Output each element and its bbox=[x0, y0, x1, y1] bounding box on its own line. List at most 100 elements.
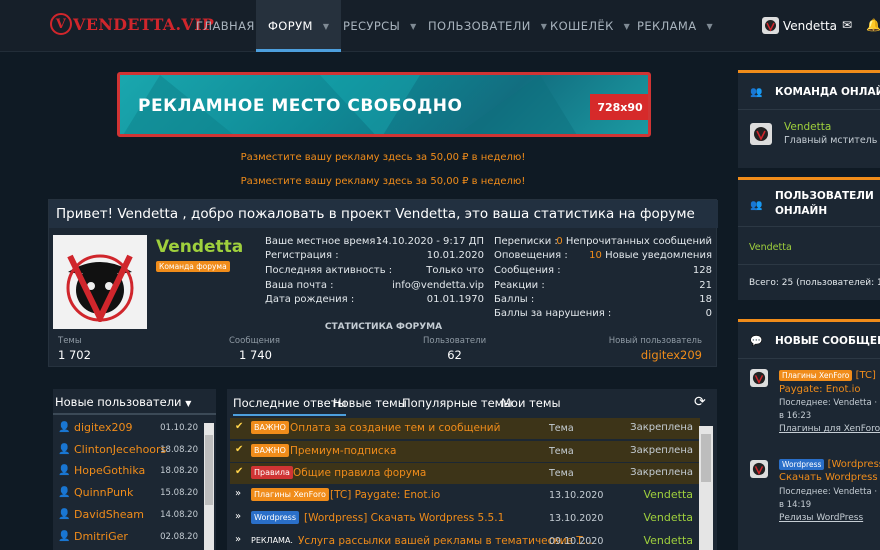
user-icon: 👤 bbox=[58, 465, 71, 476]
user-link[interactable]: digitex209 bbox=[74, 421, 132, 434]
nav-tab-forum[interactable]: ФОРУМ ▼ bbox=[256, 0, 342, 52]
user-menu[interactable]: Vendetta bbox=[762, 17, 837, 34]
online-user-link[interactable]: Vendetta bbox=[749, 242, 792, 253]
thread-title[interactable]: [TC] Paygate: Enot.io bbox=[330, 489, 440, 501]
chevron-down-icon[interactable]: ▼ bbox=[323, 22, 330, 31]
ad-banner[interactable]: РЕКЛАМНОЕ МЕСТО СВОБОДНО 728x90 bbox=[117, 72, 651, 137]
chevron-down-icon[interactable]: ▼ bbox=[706, 22, 713, 31]
user-link[interactable]: QuinnPunk bbox=[74, 486, 133, 499]
user-link[interactable]: ClintonJecehoors bbox=[74, 443, 166, 456]
ad-price-link[interactable]: Разместите вашу рекламу здесь за 50,00 ₽… bbox=[0, 152, 766, 163]
team-user-link[interactable]: Vendetta bbox=[784, 121, 831, 133]
table-row[interactable]: ✔ Правила Общие правила форума Тема Закрепле… bbox=[230, 463, 700, 484]
online-total: Всего: 25 (пользователей: 1, гост bbox=[749, 278, 880, 288]
stat-value[interactable]: 10 Новые уведомления bbox=[589, 250, 712, 261]
bell-icon[interactable]: 🔔 bbox=[866, 18, 880, 32]
chevron-down-icon[interactable]: ▼ bbox=[541, 22, 548, 31]
thread-title[interactable]: [Wordpress] Скачать Wordpress 5.5.1 bbox=[304, 512, 504, 524]
stat-label: Баллы за нарушения : bbox=[494, 308, 612, 319]
avatar[interactable] bbox=[750, 123, 772, 145]
list-item[interactable]: 👤 DavidSheam 14.08.20 bbox=[58, 505, 208, 526]
stat-label: Регистрация : bbox=[265, 250, 339, 261]
message-title[interactable]: Плагины XenForo [TC] bbox=[779, 370, 876, 381]
table-row[interactable]: » Плагины XenForo [TC] Paygate: Enot.io 13.… bbox=[230, 485, 700, 506]
list-item[interactable]: 👤 HopeGothika 18.08.20 bbox=[58, 461, 208, 482]
nav-tab-resources[interactable]: РЕСУРСЫ ▼ bbox=[343, 0, 417, 52]
join-date: 14.08.20 bbox=[160, 510, 198, 520]
thread-prefix[interactable]: Wordpress bbox=[251, 511, 300, 524]
stat-text: Непрочитанных сообщений bbox=[565, 236, 712, 247]
new-users-header[interactable]: Новые пользователи ▼ bbox=[53, 389, 216, 415]
tab-latest-replies[interactable]: Последние ответы bbox=[233, 396, 347, 416]
welcome-username[interactable]: Vendetta bbox=[156, 237, 243, 257]
threads-scrollbar[interactable] bbox=[699, 426, 713, 550]
new-messages-widget: 💬 НОВЫЕ СООБЩЕНИ Плагины XenForo [TC] Pa… bbox=[738, 319, 880, 550]
thread-author[interactable]: Vendetta bbox=[643, 534, 693, 547]
message-title[interactable]: Wordpress [Wordpress] bbox=[779, 459, 880, 470]
message-thread-link[interactable]: Скачать Wordpress 5.5 bbox=[779, 472, 880, 483]
ad-price-link[interactable]: Разместите вашу рекламу здесь за 50,00 ₽… bbox=[0, 176, 766, 187]
thread-prefix[interactable]: ВАЖНО bbox=[251, 421, 289, 434]
chevron-down-icon[interactable]: ▼ bbox=[410, 22, 417, 31]
forum-stat-label: Сообщения bbox=[229, 336, 281, 346]
nav-tab-wallet[interactable]: КОШЕЛЁК ▼ bbox=[550, 0, 630, 52]
thread-prefix[interactable]: Плагины XenForo bbox=[251, 488, 329, 501]
thread-title[interactable]: Оплата за создание тем и сообщений bbox=[290, 422, 500, 434]
forum-stat-label: Темы bbox=[58, 336, 82, 346]
thread-prefix[interactable]: Правила bbox=[251, 466, 293, 479]
tab-new-threads[interactable]: Новые темы bbox=[333, 396, 407, 410]
nav-tab-home[interactable]: ГЛАВНАЯ bbox=[196, 0, 255, 52]
envelope-icon[interactable]: ✉ bbox=[842, 18, 852, 32]
double-chevron-icon: » bbox=[235, 534, 242, 545]
pin-check-icon: ✔ bbox=[235, 444, 244, 455]
scrollbar-thumb[interactable] bbox=[205, 435, 213, 505]
comment-icon: 💬 bbox=[750, 336, 763, 347]
user-link[interactable]: DavidSheam bbox=[74, 508, 144, 521]
thread-title[interactable]: Премиум-подписка bbox=[290, 445, 396, 457]
avatar[interactable] bbox=[750, 369, 768, 387]
scrollbar-thumb[interactable] bbox=[701, 434, 711, 482]
thread-author[interactable]: Vendetta bbox=[643, 511, 693, 524]
nav-tab-users[interactable]: ПОЛЬЗОВАТЕЛИ ▼ bbox=[428, 0, 547, 52]
thread-title[interactable]: Общие правила форума bbox=[293, 467, 426, 479]
table-row[interactable]: » Wordpress [Wordpress] Скачать Wordpress … bbox=[230, 508, 700, 529]
stat-value: 128 bbox=[692, 265, 712, 276]
stat-value: Только что bbox=[426, 265, 484, 276]
thread-forum: Тема bbox=[549, 446, 574, 457]
message-thread-link[interactable]: Paygate: Enot.io bbox=[779, 384, 861, 395]
thread-tag: [TC] bbox=[855, 370, 876, 381]
nav-tab-ads[interactable]: РЕКЛАМА ▼ bbox=[637, 0, 713, 52]
message-forum-link[interactable]: Плагины для XenForo bbox=[779, 424, 880, 434]
thread-prefix[interactable]: Плагины XenForo bbox=[779, 370, 853, 381]
site-logo[interactable]: V VENDETTA.VIP bbox=[50, 10, 214, 38]
new-users-scrollbar[interactable] bbox=[204, 423, 214, 550]
thread-author[interactable]: Vendetta bbox=[643, 488, 693, 501]
tab-popular-threads[interactable]: Популярные темы bbox=[402, 396, 512, 410]
user-link[interactable]: DmitriGer bbox=[74, 530, 128, 543]
tab-my-threads[interactable]: Мои темы bbox=[501, 396, 561, 410]
thread-prefix[interactable]: ВАЖНО bbox=[251, 444, 289, 457]
thread-prefix[interactable]: РЕКЛАМА. bbox=[251, 534, 296, 547]
user-avatar[interactable] bbox=[53, 235, 147, 329]
message-forum-link[interactable]: Релизы WordPress bbox=[779, 513, 863, 523]
chevron-down-icon[interactable]: ▼ bbox=[624, 22, 631, 31]
join-date: 18.08.20 bbox=[160, 466, 198, 476]
thread-tag: [Wordpress] bbox=[827, 459, 880, 470]
list-item[interactable]: 👤 digitex209 01.10.20 bbox=[58, 418, 208, 439]
newest-user-link[interactable]: digitex209 bbox=[609, 348, 702, 362]
message-time: в 14:19 bbox=[779, 500, 812, 510]
stat-value[interactable]: 0 Непрочитанных сообщений bbox=[556, 236, 712, 247]
list-item[interactable]: 👤 DmitriGer 02.08.20 bbox=[58, 527, 208, 548]
table-row[interactable]: ✔ ВАЖНО Оплата за создание тем и сообщений… bbox=[230, 418, 700, 439]
logo-text: VENDETTA.VIP bbox=[73, 14, 215, 34]
stat-value: info@vendetta.vip bbox=[392, 280, 484, 291]
list-item[interactable]: 👤 ClintonJecehoors 18.08.20 bbox=[58, 440, 208, 461]
users-icon: 👥 bbox=[750, 87, 763, 98]
refresh-icon[interactable]: ⟳ bbox=[694, 394, 706, 410]
list-item[interactable]: 👤 QuinnPunk 15.08.20 bbox=[58, 483, 208, 504]
avatar[interactable] bbox=[750, 460, 768, 478]
table-row[interactable]: ✔ ВАЖНО Премиум-подписка Тема Закреплена bbox=[230, 441, 700, 462]
user-link[interactable]: HopeGothika bbox=[74, 464, 145, 477]
table-row[interactable]: » РЕКЛАМА. Услуга рассылки вашей рекламы в… bbox=[230, 531, 700, 550]
thread-prefix[interactable]: Wordpress bbox=[779, 459, 825, 470]
